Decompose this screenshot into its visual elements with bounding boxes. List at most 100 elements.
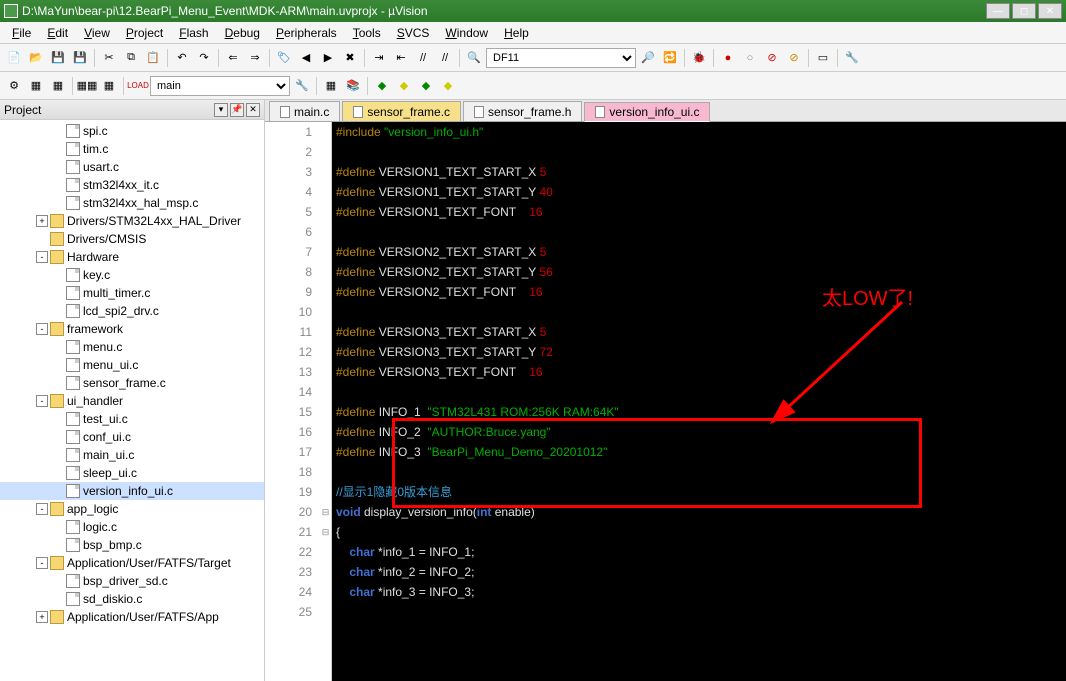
tree-expander[interactable]: + bbox=[36, 611, 48, 623]
cut-icon[interactable]: ✂ bbox=[99, 48, 119, 68]
fold-marker[interactable] bbox=[320, 282, 331, 302]
find-in-files-icon[interactable]: 🔎 bbox=[638, 48, 658, 68]
fold-marker[interactable] bbox=[320, 322, 331, 342]
close-button[interactable]: ✕ bbox=[1038, 3, 1062, 19]
panel-menu-icon[interactable]: ▾ bbox=[214, 103, 228, 117]
tree-item[interactable]: menu_ui.c bbox=[0, 356, 264, 374]
code-line[interactable]: #define INFO_3 "BearPi_Menu_Demo_2020101… bbox=[336, 442, 1066, 462]
tree-item[interactable]: -Hardware bbox=[0, 248, 264, 266]
code-line[interactable]: char *info_1 = INFO_1; bbox=[336, 542, 1066, 562]
nav-back-icon[interactable]: ⇐ bbox=[223, 48, 243, 68]
indent-icon[interactable]: ⇥ bbox=[369, 48, 389, 68]
code-line[interactable]: #define VERSION1_TEXT_FONT 16 bbox=[336, 202, 1066, 222]
fold-marker[interactable] bbox=[320, 242, 331, 262]
menu-tools[interactable]: Tools bbox=[345, 24, 389, 42]
rebuild-icon[interactable]: ▦ bbox=[48, 76, 68, 96]
editor-tab[interactable]: sensor_frame.h bbox=[463, 101, 582, 121]
stop-build-icon[interactable]: ▦ bbox=[99, 76, 119, 96]
fold-marker[interactable] bbox=[320, 422, 331, 442]
target-dropdown[interactable]: main bbox=[150, 76, 290, 96]
tree-expander[interactable]: - bbox=[36, 251, 48, 263]
fold-marker[interactable] bbox=[320, 202, 331, 222]
fold-column[interactable]: ⊟⊟ bbox=[320, 122, 332, 681]
bookmark-prev-icon[interactable]: ◀ bbox=[296, 48, 316, 68]
tree-item[interactable]: menu.c bbox=[0, 338, 264, 356]
fold-marker[interactable] bbox=[320, 362, 331, 382]
menu-view[interactable]: View bbox=[76, 24, 118, 42]
code-line[interactable]: //显示1隐藏0版本信息 bbox=[336, 482, 1066, 502]
code-line[interactable] bbox=[336, 382, 1066, 402]
batch-build-icon[interactable]: ▦▦ bbox=[77, 76, 97, 96]
tree-item[interactable]: key.c bbox=[0, 266, 264, 284]
code-line[interactable]: #define VERSION3_TEXT_FONT 16 bbox=[336, 362, 1066, 382]
breakpoint-disable-icon[interactable]: ○ bbox=[740, 48, 760, 68]
save-all-icon[interactable]: 💾 bbox=[70, 48, 90, 68]
tree-item[interactable]: sensor_frame.c bbox=[0, 374, 264, 392]
fold-marker[interactable] bbox=[320, 542, 331, 562]
tree-expander[interactable]: - bbox=[36, 503, 48, 515]
fold-marker[interactable] bbox=[320, 602, 331, 622]
manage-icon[interactable]: ▦ bbox=[321, 76, 341, 96]
tree-item[interactable]: main_ui.c bbox=[0, 446, 264, 464]
fold-marker[interactable] bbox=[320, 122, 331, 142]
pack3-icon[interactable]: ◆ bbox=[416, 76, 436, 96]
tree-item[interactable]: -ui_handler bbox=[0, 392, 264, 410]
code-line[interactable]: void display_version_info(int enable) bbox=[336, 502, 1066, 522]
fold-marker[interactable] bbox=[320, 442, 331, 462]
minimize-button[interactable]: — bbox=[986, 3, 1010, 19]
breakpoint-icon[interactable]: ● bbox=[718, 48, 738, 68]
editor-tab[interactable]: main.c bbox=[269, 101, 340, 121]
tree-item[interactable]: -app_logic bbox=[0, 500, 264, 518]
tree-item[interactable]: lcd_spi2_drv.c bbox=[0, 302, 264, 320]
fold-marker[interactable] bbox=[320, 582, 331, 602]
code-line[interactable]: #define VERSION3_TEXT_START_X 5 bbox=[336, 322, 1066, 342]
editor-tab[interactable]: sensor_frame.c bbox=[342, 101, 461, 121]
translate-icon[interactable]: ⚙ bbox=[4, 76, 24, 96]
tree-item[interactable]: bsp_bmp.c bbox=[0, 536, 264, 554]
tree-item[interactable]: Drivers/CMSIS bbox=[0, 230, 264, 248]
comment-icon[interactable]: // bbox=[413, 48, 433, 68]
paste-icon[interactable]: 📋 bbox=[143, 48, 163, 68]
code-line[interactable]: { bbox=[336, 522, 1066, 542]
fold-marker[interactable]: ⊟ bbox=[320, 502, 331, 522]
project-tree[interactable]: spi.ctim.cusart.cstm32l4xx_it.cstm32l4xx… bbox=[0, 120, 264, 681]
tree-expander[interactable]: + bbox=[36, 215, 48, 227]
fold-marker[interactable] bbox=[320, 342, 331, 362]
tree-expander[interactable]: - bbox=[36, 557, 48, 569]
books-icon[interactable]: 📚 bbox=[343, 76, 363, 96]
tree-item[interactable]: -framework bbox=[0, 320, 264, 338]
tree-item[interactable]: sd_diskio.c bbox=[0, 590, 264, 608]
undo-icon[interactable]: ↶ bbox=[172, 48, 192, 68]
replace-icon[interactable]: 🔁 bbox=[660, 48, 680, 68]
fold-marker[interactable] bbox=[320, 222, 331, 242]
tree-item[interactable]: stm32l4xx_hal_msp.c bbox=[0, 194, 264, 212]
redo-icon[interactable]: ↷ bbox=[194, 48, 214, 68]
tree-item[interactable]: tim.c bbox=[0, 140, 264, 158]
code-line[interactable]: #define VERSION1_TEXT_START_Y 40 bbox=[336, 182, 1066, 202]
menu-window[interactable]: Window bbox=[437, 24, 496, 42]
code-content[interactable]: #include "version_info_ui.h"#define VERS… bbox=[332, 122, 1066, 681]
bookmark-clear-icon[interactable]: ✖ bbox=[340, 48, 360, 68]
bookmark-icon[interactable]: 🏷 bbox=[274, 48, 294, 68]
uncomment-icon[interactable]: // bbox=[435, 48, 455, 68]
maximize-button[interactable]: ◻ bbox=[1012, 3, 1036, 19]
code-line[interactable] bbox=[336, 602, 1066, 622]
tree-item[interactable]: multi_timer.c bbox=[0, 284, 264, 302]
new-icon[interactable]: 📄 bbox=[4, 48, 24, 68]
tree-item[interactable]: +Application/User/FATFS/App bbox=[0, 608, 264, 626]
nav-fwd-icon[interactable]: ⇒ bbox=[245, 48, 265, 68]
code-editor[interactable]: 1234567891011121314151617181920212223242… bbox=[265, 122, 1066, 681]
fold-marker[interactable] bbox=[320, 142, 331, 162]
build-icon[interactable]: ▦ bbox=[26, 76, 46, 96]
menu-debug[interactable]: Debug bbox=[217, 24, 268, 42]
tree-item[interactable]: stm32l4xx_it.c bbox=[0, 176, 264, 194]
menu-svcs[interactable]: SVCS bbox=[389, 24, 438, 42]
fold-marker[interactable] bbox=[320, 562, 331, 582]
debug-icon[interactable]: 🐞 bbox=[689, 48, 709, 68]
tree-item[interactable]: bsp_driver_sd.c bbox=[0, 572, 264, 590]
code-line[interactable]: #define INFO_2 "AUTHOR:Bruce.yang" bbox=[336, 422, 1066, 442]
open-icon[interactable]: 📂 bbox=[26, 48, 46, 68]
fold-marker[interactable] bbox=[320, 262, 331, 282]
menu-help[interactable]: Help bbox=[496, 24, 537, 42]
tree-item[interactable]: logic.c bbox=[0, 518, 264, 536]
